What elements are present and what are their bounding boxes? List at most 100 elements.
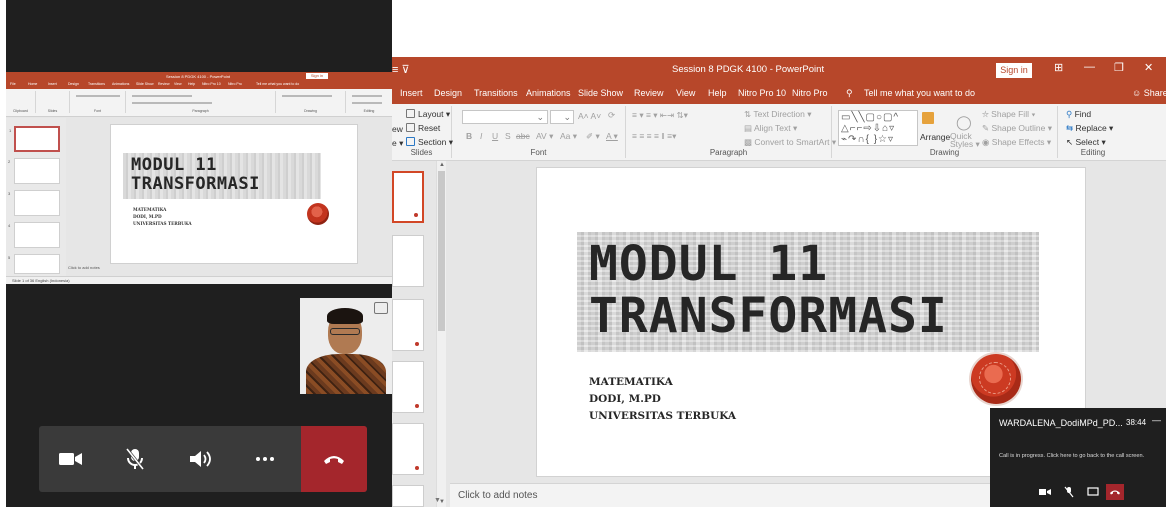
self-video-tile[interactable] [300,298,392,394]
slide-title-line: TRANSFORMASI [589,288,948,344]
arrange-button[interactable]: Arrange [920,132,950,142]
minimize-icon[interactable]: — [1152,415,1161,425]
slide-thumbnail[interactable] [392,235,424,287]
reset-button[interactable]: Reset [406,123,440,133]
shape-effects-label: Shape Effects ▾ [991,137,1052,147]
call-mini-window[interactable]: WARDALENA_DodiMPd_PD... 38:44 — Call is … [990,408,1166,507]
popup-share-button[interactable] [1084,484,1102,500]
shape-outline-button[interactable]: ✎ Shape Outline ▾ [982,123,1052,134]
highlight-icon[interactable]: ✐ ▾ [586,131,600,142]
collapse-arrow-icon[interactable]: ▼ [434,497,441,504]
popup-end-call-button[interactable] [1106,484,1124,500]
new-slide-button-partial[interactable]: ew [392,124,403,134]
close-icon[interactable]: ✕ [1144,61,1153,74]
speaker-button[interactable] [169,426,233,492]
mute-button[interactable] [103,426,167,492]
tab-nitro-pro[interactable]: Nitro Pro [792,88,828,98]
mini-tab: Transitions [88,82,105,86]
effects-icon: ◉ [982,137,992,147]
slide-thumbnail[interactable] [392,485,424,507]
restore-icon[interactable]: ❐ [1114,61,1124,74]
mini-tab: View [174,82,182,86]
bold-button[interactable]: B [466,131,472,141]
quick-styles-button[interactable]: Quick Styles ▾ [950,132,980,149]
more-options-button[interactable] [233,426,297,492]
slide-thumbnail[interactable] [392,299,424,351]
sign-in-button[interactable]: Sign in [996,63,1032,78]
font-color-icon[interactable]: A ▾ [606,131,618,142]
share-button[interactable]: ☺ Share [1132,88,1166,98]
group-slides: ew e ▾ Layout ▾ Reset Section ▾ Slides [392,106,453,158]
tab-animations[interactable]: Animations [526,88,571,98]
tab-transitions[interactable]: Transitions [474,88,518,98]
italic-button[interactable]: I [480,131,482,141]
popup-mute-button[interactable] [1060,484,1078,500]
mini-sub-line: UNIVERSITAS TERBUKA [133,221,192,226]
chevron-down-icon: ⌄ [563,112,571,122]
mini-group-clipboard: Clipboard [6,91,36,113]
change-case-button[interactable]: Aa ▾ [560,131,577,142]
tab-review[interactable]: Review [634,88,664,98]
tab-slide-show[interactable]: Slide Show [578,88,623,98]
underline-button[interactable]: U [492,131,498,141]
strikethrough-button[interactable]: abc [516,131,530,141]
section-label: Section ▾ [418,137,453,147]
ribbon-tabs: Insert Design Transitions Animations Sli… [392,84,1166,104]
mini-tab: Tell me what you want to do [256,82,300,86]
quick-access-toolbar[interactable]: ≡ ⊽ [392,63,422,76]
mini-thumb: 1 [9,126,60,152]
person-icon: ☺ [1132,88,1144,98]
mini-ribbon-line [132,95,192,97]
scroll-up-icon[interactable]: ▲ [439,162,445,168]
ribbon-display-icon[interactable]: ⊞ [1054,61,1063,74]
tab-view[interactable]: View [676,88,695,98]
subtitle-line: DODI, M.PD [589,393,661,405]
align-text-button[interactable]: ▤ Align Text ▾ [744,123,797,134]
shape-fill-button[interactable]: ⛦ Shape Fill ▾ [982,109,1035,120]
camera-button[interactable] [39,426,103,492]
minimize-icon[interactable]: — [1084,61,1095,73]
slide-thumbnail[interactable] [392,171,424,223]
layout-button[interactable]: Layout ▾ [406,109,450,120]
slide-thumbnail[interactable] [392,423,424,475]
scrollbar-thumb[interactable] [438,171,445,331]
quick-styles-icon[interactable]: ◯ [956,114,972,131]
text-direction-button[interactable]: ⇅ Text Direction ▾ [744,109,811,120]
shapes-gallery[interactable]: ▭╲╲▢○▢^ △⌐⌐⇨⇩⌂▿ ⌁↷∩{ }☆▿ [838,110,918,146]
mini-ribbon-line [352,95,382,97]
shadow-button[interactable]: S [505,131,511,141]
call-status-message[interactable]: Call is in progress. Click here to go ba… [999,453,1144,459]
bullets-icon[interactable]: ≡ ▾ ≡ ▾ ⇤⇥ ⇅▾ [632,110,688,121]
slide-title[interactable]: MODUL 11 TRANSFORMASI [589,238,948,342]
mini-group-label: Slides [47,109,58,113]
font-size-buttons[interactable]: A˄ A˅ [578,111,601,121]
tab-design[interactable]: Design [434,88,462,98]
tell-me-search[interactable]: Tell me what you want to do [864,88,975,98]
slide-thumbnail[interactable] [392,361,424,413]
popup-camera-button[interactable] [1036,484,1054,500]
slide-subtitle[interactable]: MATEMATIKA DODI, M.PD UNIVERSITAS TERBUK… [589,374,736,425]
align-buttons[interactable]: ≡ ≡ ≡ ≡ ‖ ≡▾ [632,131,676,142]
tab-nitro-pro-10[interactable]: Nitro Pro 10 [738,88,786,98]
participant-hair [327,308,363,324]
select-button[interactable]: ↖ Select ▾ [1066,137,1106,148]
thumbnail-scrollbar[interactable]: ▲ ▼ [436,161,446,507]
section-button[interactable]: Section ▾ [406,137,453,148]
clear-format-icon[interactable]: ⟳ [608,110,615,121]
replace-button[interactable]: ⇆ Replace ▾ [1066,123,1113,134]
shape-effects-button[interactable]: ◉ Shape Effects ▾ [982,137,1051,148]
find-button[interactable]: ⚲ Find [1066,109,1091,120]
char-spacing-button[interactable]: AV ▾ [536,131,553,142]
participant-body [306,354,386,394]
arrange-icon[interactable] [922,112,937,125]
smartart-label: Convert to SmartArt ▾ [754,137,837,147]
font-name-box[interactable]: ⌄ [462,110,548,124]
mini-title-line: MODUL 11 [131,155,217,175]
tab-help[interactable]: Help [708,88,727,98]
end-call-button[interactable] [301,426,367,492]
tab-insert[interactable]: Insert [400,88,423,98]
shape-fill-label: Shape Fill ▾ [991,109,1036,119]
smartart-button[interactable]: ▩ Convert to SmartArt ▾ [744,137,836,148]
screen-share-icon[interactable] [374,302,388,314]
font-size-box[interactable]: ⌄ [550,110,574,124]
